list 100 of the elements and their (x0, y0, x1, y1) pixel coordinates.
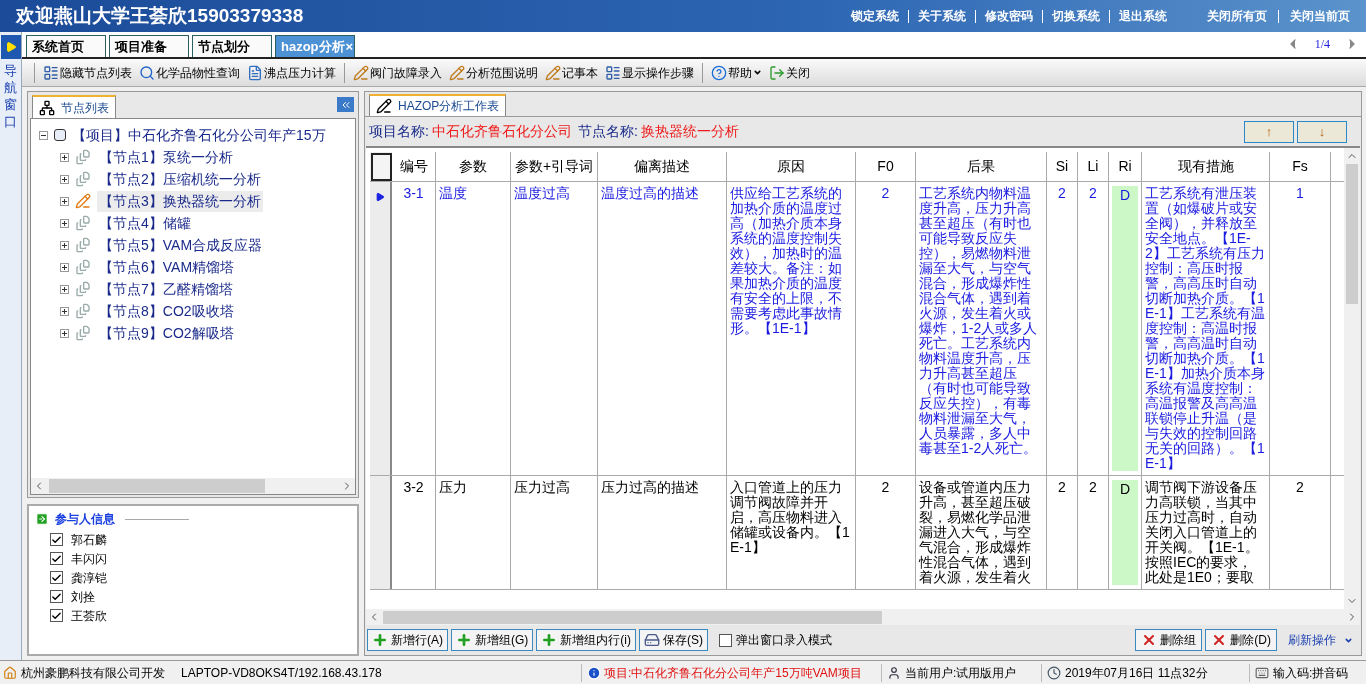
expand-icon[interactable] (60, 240, 69, 250)
action-button[interactable]: 保存(S) (639, 629, 708, 651)
column-header[interactable]: 后果 (916, 152, 1047, 181)
refresh-menu[interactable]: 刷新操作 (1288, 631, 1353, 649)
column-header[interactable]: 参数 (436, 152, 511, 181)
header-link[interactable]: 锁定系统 (851, 7, 899, 25)
table-cell: 工艺系统有泄压装置（如爆破片或安全阀），并释放至安全地点。【1E-2】工艺系统有压力控制：高压时报警，高高压时自动切断加热介质。【1E-1】工艺系统有温度控制：高温时报警，高高温时自动切断加热介质。【1E-1】加热介质本身系统有温度控制：高温报警及高高温联锁停止升温（是与失效的控制回路无关的回路）。【1E-1】 (1145, 186, 1266, 471)
tree-item[interactable]: 【节点8】CO2吸收塔 (97, 300, 236, 322)
toolbar-button[interactable]: 帮助 (710, 63, 763, 82)
page-tab[interactable]: 系统首页 (26, 35, 106, 57)
action-button[interactable]: 新增组(G) (451, 629, 534, 651)
plus-icon (372, 632, 388, 648)
toolbar-button[interactable]: 沸点压力计算 (246, 63, 337, 82)
participant-name: 郭石麟 (71, 531, 107, 549)
expand-button[interactable] (0, 35, 21, 59)
participant-name: 王荟欣 (71, 607, 107, 625)
checkbox[interactable] (50, 609, 63, 622)
page-tab[interactable]: 项目准备 (109, 35, 189, 57)
document-icon (75, 237, 91, 253)
column-header[interactable]: 原因 (727, 152, 856, 181)
table-cell-text: 压力过高 (514, 480, 571, 495)
delete-button[interactable]: 删除组 (1135, 629, 1203, 651)
document-icon (75, 215, 91, 231)
header-link[interactable]: 关于系统 (918, 7, 966, 25)
collapse-icon[interactable] (39, 130, 48, 140)
checkbox-label[interactable]: 弹出窗口录入模式 (736, 631, 832, 649)
section-title: 参与人信息 (55, 511, 115, 528)
expand-icon[interactable] (60, 306, 69, 316)
column-header[interactable]: Ri (1109, 152, 1142, 181)
table-cell-text: 2 (880, 480, 891, 495)
table-cell-text: 2 (880, 186, 891, 201)
document-icon (75, 259, 91, 275)
tree-item[interactable]: 【节点6】VAM精馏塔 (97, 256, 237, 278)
column-header[interactable]: 编号 (392, 152, 436, 181)
move-up-button[interactable]: ↑ (1244, 120, 1294, 143)
column-header[interactable]: F0 (856, 152, 916, 181)
table-cell-text: 温度 (439, 186, 468, 201)
delete-button[interactable]: 删除(D) (1205, 629, 1277, 651)
expand-icon[interactable] (60, 152, 69, 162)
toolbar-button[interactable]: 分析范围说明 (448, 63, 539, 82)
checkbox[interactable] (50, 590, 63, 603)
action-button[interactable]: 新增组内行(i) (536, 629, 636, 651)
toolbar-button[interactable]: 关闭 (768, 63, 811, 82)
header-link[interactable]: 关闭所有页 (1207, 7, 1267, 25)
checkbox[interactable] (50, 571, 63, 584)
toolbar-button[interactable]: 显示操作步骤 (604, 63, 695, 82)
tree-item[interactable]: 【节点2】压缩机统一分析 (97, 168, 263, 190)
checkbox[interactable] (50, 552, 63, 565)
expand-icon[interactable] (60, 196, 69, 206)
tree-item[interactable]: 【项目】中石化齐鲁石化分公司年产15万 (72, 124, 326, 146)
worksheet-tab[interactable]: HAZOP分析工作表 (369, 94, 507, 116)
select-all-cell[interactable] (370, 152, 392, 181)
horizontal-scrollbar[interactable] (31, 478, 355, 494)
panel-tab[interactable]: 节点列表 (32, 95, 116, 118)
status-text: 输入码:拼音码 (1273, 664, 1349, 682)
tree-item[interactable]: 【节点7】乙醛精馏塔 (97, 278, 235, 300)
page-tab[interactable]: 节点划分 (192, 35, 272, 57)
tree-item[interactable]: 【节点1】泵统一分析 (97, 146, 235, 168)
scrollbar-thumb[interactable] (49, 479, 265, 493)
expand-icon[interactable] (60, 262, 69, 272)
checkbox[interactable] (719, 633, 732, 647)
exit-icon (769, 64, 785, 81)
pencil-icon (353, 64, 369, 81)
column-header[interactable]: 参数+引导词 (511, 152, 598, 181)
tree-item[interactable]: 【节点3】换热器统一分析 (97, 190, 263, 212)
tree-item[interactable]: 【节点9】CO2解吸塔 (97, 322, 236, 344)
collapse-button[interactable] (337, 97, 354, 112)
expand-icon[interactable] (60, 328, 69, 338)
column-header[interactable]: Fs (1270, 152, 1331, 181)
action-button[interactable]: 新增行(A) (367, 629, 448, 651)
header-link[interactable]: 修改密码 (985, 7, 1033, 25)
navigation-label[interactable]: 导航窗口 (4, 63, 17, 131)
toolbar-button[interactable]: 记事本 (544, 63, 599, 82)
table-cell-text: 3-2 (402, 480, 425, 495)
expand-icon[interactable] (60, 284, 69, 294)
checkbox[interactable] (50, 533, 63, 546)
expand-icon[interactable] (60, 174, 69, 184)
column-header[interactable]: 现有措施 (1142, 152, 1270, 181)
tree-item[interactable]: 【节点4】储罐 (97, 212, 193, 234)
column-header[interactable]: Si (1047, 152, 1078, 181)
scrollbar-thumb[interactable] (1346, 164, 1358, 304)
participant-name: 丰闪闪 (71, 550, 107, 568)
scrollbar-thumb[interactable] (383, 610, 883, 624)
column-header[interactable]: 偏离描述 (598, 152, 727, 181)
document-icon (75, 281, 91, 297)
tree-item[interactable]: 【节点5】VAM合成反应器 (97, 234, 265, 256)
header-link[interactable]: 退出系统 (1119, 7, 1167, 25)
horizontal-scrollbar[interactable] (366, 609, 1360, 625)
row-header[interactable] (370, 476, 392, 589)
column-header[interactable]: Li (1078, 152, 1109, 181)
toolbar-button[interactable]: 隐藏节点列表 (42, 63, 133, 82)
header-link[interactable]: 切换系统 (1052, 7, 1100, 25)
field-label: 节点名称: (577, 122, 638, 141)
status-text: 杭州豪鹏科技有限公司开发 (21, 664, 166, 682)
vertical-scrollbar[interactable] (1344, 148, 1360, 609)
toolbar-button[interactable]: 化学品物性查询 (138, 63, 241, 82)
expand-icon[interactable] (60, 218, 69, 228)
toolbar-button[interactable]: 阀门故障录入 (352, 63, 443, 82)
participant-name: 刘拴 (71, 588, 95, 606)
move-down-button[interactable]: ↓ (1297, 120, 1347, 143)
